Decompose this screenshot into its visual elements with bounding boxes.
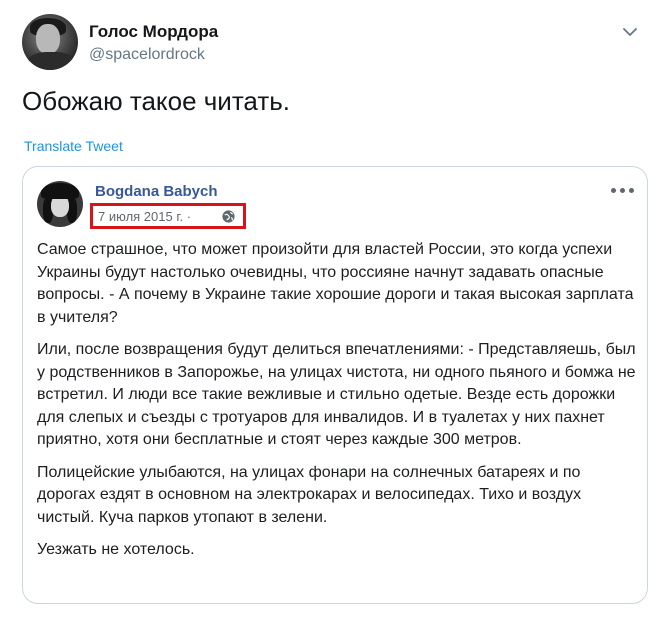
tweet: Голос Мордора @spacelordrock Обожаю тако…: [0, 0, 670, 622]
more-options-icon[interactable]: [611, 185, 635, 195]
post-author-avatar[interactable]: [37, 181, 83, 227]
post-paragraph: Полицейские улыбаются, на улицах фонари …: [37, 463, 582, 526]
embedded-facebook-post[interactable]: Bogdana Babych 7 июля 2015 г. · Самое ст…: [22, 166, 648, 604]
tweet-text: Обожаю такое читать.: [22, 86, 290, 116]
tweet-header: Голос Мордора @spacelordrock: [22, 14, 652, 74]
post-date[interactable]: 7 июля 2015 г. ·: [98, 209, 191, 224]
post-paragraph: Уезжать не хотелось.: [37, 541, 195, 558]
author-handle[interactable]: @spacelordrock: [89, 46, 205, 64]
post-paragraph: Или, после возвращения будут делиться вп…: [37, 341, 636, 448]
post-paragraph: Самое страшное, что может произойти для …: [37, 241, 634, 326]
post-body: Самое страшное, что может произойти для …: [37, 239, 637, 572]
chevron-down-icon[interactable]: [620, 22, 640, 42]
translate-tweet-link[interactable]: Translate Tweet: [24, 138, 123, 154]
date-highlight-box: 7 июля 2015 г. ·: [90, 203, 246, 229]
author-avatar[interactable]: [22, 14, 78, 70]
post-author-name[interactable]: Bogdana Babych: [95, 183, 218, 200]
globe-icon: [221, 209, 236, 224]
author-name[interactable]: Голос Мордора: [89, 22, 218, 42]
